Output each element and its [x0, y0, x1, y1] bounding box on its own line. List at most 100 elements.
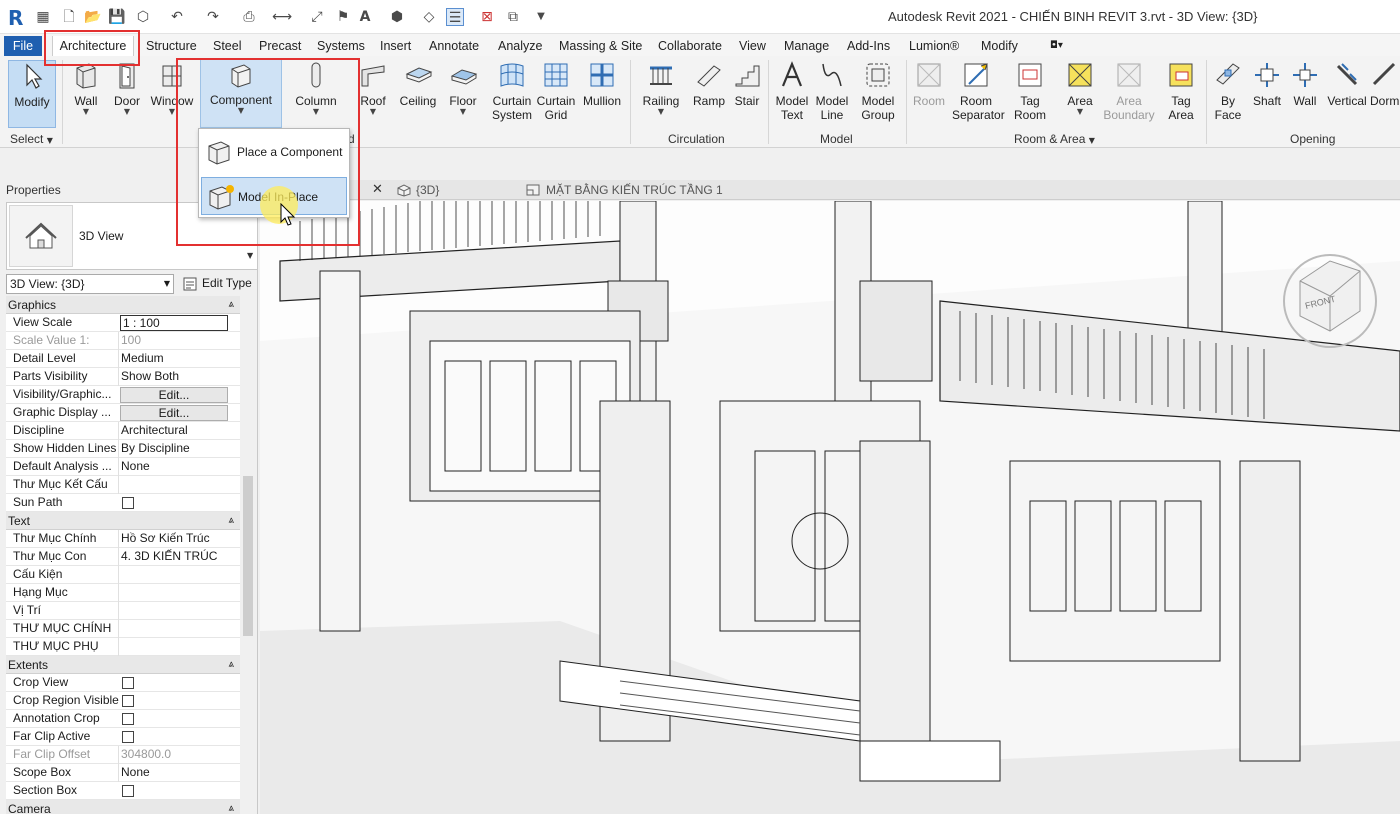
mullion-button[interactable]: Mullion [580, 60, 624, 108]
instance-selector[interactable]: 3D View: {3D} ▼ [6, 274, 174, 294]
room-separator-button[interactable]: Room Separator [952, 60, 1005, 122]
view-scale-input[interactable]: 1 : 100 [120, 315, 228, 331]
dormer-opening-button[interactable]: Dorm [1370, 60, 1400, 108]
roof-button[interactable]: Roof ▼ [358, 60, 388, 116]
tab-analyze[interactable]: Analyze [498, 36, 542, 56]
text-icon[interactable]: A [356, 8, 374, 26]
close-view-tab-icon[interactable]: ✕ [372, 182, 383, 200]
default-analysis-value[interactable]: None [118, 458, 240, 476]
ramp-button[interactable]: Ramp [692, 60, 726, 108]
property-value[interactable] [118, 602, 240, 620]
wall-button[interactable]: Wall ▼ [70, 60, 102, 116]
measure-icon[interactable]: ⟷ [272, 8, 292, 26]
save-icon[interactable]: 💾 [108, 8, 126, 26]
tab-steel[interactable]: Steel [213, 36, 242, 56]
door-dropdown-icon[interactable]: ▼ [110, 108, 144, 116]
curtain-grid-button[interactable]: Curtain Grid [536, 60, 576, 122]
tab-insert[interactable]: Insert [380, 36, 411, 56]
tab-modify[interactable]: Modify [981, 36, 1018, 56]
group-extents[interactable]: Extents ⩓ [6, 656, 240, 674]
floor-dropdown-icon[interactable]: ▼ [446, 108, 480, 116]
area-boundary-button[interactable]: Area Boundary [1102, 60, 1156, 122]
railing-button[interactable]: Railing ▼ [640, 60, 682, 116]
scope-box-value[interactable]: None [118, 764, 240, 782]
tab-collaborate[interactable]: Collaborate [658, 36, 722, 56]
ceiling-button[interactable]: Ceiling [398, 60, 438, 108]
scrollbar-thumb[interactable] [243, 476, 253, 636]
show-hidden-lines-value[interactable]: By Discipline [118, 440, 240, 458]
view-tab-floor-plan[interactable]: MẶT BẰNG KIẾN TRÚC TẦNG 1 [526, 182, 723, 200]
door-button[interactable]: Door ▼ [110, 60, 144, 116]
edit-type-button[interactable]: Edit Type [178, 274, 256, 294]
group-camera[interactable]: Camera ⩓ [6, 800, 240, 814]
vertical-opening-button[interactable]: Vertical [1326, 60, 1368, 108]
tab-precast[interactable]: Precast [259, 36, 301, 56]
area-dropdown-icon[interactable]: ▼ [1060, 108, 1100, 116]
properties-scrollbar[interactable] [240, 296, 256, 814]
area-button[interactable]: Area ▼ [1060, 60, 1100, 116]
collapse-icon[interactable]: ⩓ [228, 296, 234, 314]
recent-files-icon[interactable]: ▦ [34, 8, 52, 26]
redo-icon[interactable]: ↷ [204, 8, 222, 26]
model-text-button[interactable]: Model Text [774, 60, 810, 122]
close-hidden-windows-icon[interactable]: ⊠ [478, 8, 496, 26]
sync-icon[interactable]: ⬡ [134, 8, 152, 26]
tab-file[interactable]: File [4, 36, 42, 56]
stair-button[interactable]: Stair [732, 60, 762, 108]
discipline-value[interactable]: Architectural [118, 422, 240, 440]
by-face-button[interactable]: By Face [1210, 60, 1246, 122]
floor-button[interactable]: Floor ▼ [446, 60, 480, 116]
crop-view-checkbox[interactable] [122, 677, 134, 689]
property-value[interactable]: 4. 3D KIẾN TRÚC [118, 548, 240, 566]
visibility-graphics-edit-button[interactable]: Edit... [120, 387, 228, 403]
tab-view[interactable]: View [739, 36, 766, 56]
tag-icon[interactable]: ⚑ [334, 8, 352, 26]
type-dropdown-icon[interactable]: ▼ [247, 251, 253, 260]
new-file-icon[interactable]: 🗋 [60, 8, 78, 26]
roof-dropdown-icon[interactable]: ▼ [358, 108, 388, 116]
property-value[interactable] [118, 584, 240, 602]
aligned-dimension-icon[interactable]: ⤢ [308, 8, 326, 26]
tab-annotate[interactable]: Annotate [429, 36, 479, 56]
property-value[interactable] [118, 566, 240, 584]
ribbon-minimize-icon[interactable]: ◘▾ [1050, 36, 1063, 56]
model-group-button[interactable]: Model Group [858, 60, 898, 122]
sun-path-checkbox[interactable] [122, 497, 134, 509]
annotation-crop-checkbox[interactable] [122, 713, 134, 725]
modify-button[interactable]: Modify [8, 60, 56, 128]
default-3d-view-icon[interactable]: ⬢ [388, 8, 406, 26]
railing-dropdown-icon[interactable]: ▼ [640, 108, 682, 116]
print-icon[interactable]: ⎙ [240, 8, 258, 26]
detail-level-value[interactable]: Medium [118, 350, 240, 368]
property-value[interactable] [118, 620, 240, 638]
collapse-icon[interactable]: ⩓ [228, 512, 234, 530]
section-icon[interactable]: ◇ [420, 8, 438, 26]
shaft-button[interactable]: Shaft [1250, 60, 1284, 108]
tab-manage[interactable]: Manage [784, 36, 829, 56]
parts-visibility-value[interactable]: Show Both [118, 368, 240, 386]
group-text[interactable]: Text ⩓ [6, 512, 240, 530]
tag-room-button[interactable]: Tag Room [1012, 60, 1048, 122]
property-value[interactable] [118, 476, 240, 494]
room-button[interactable]: Room [912, 60, 946, 108]
tab-structure[interactable]: Structure [146, 36, 197, 56]
revit-logo[interactable]: R [8, 6, 28, 30]
select-panel-label[interactable]: Select ▼ [10, 132, 53, 146]
graphic-display-edit-button[interactable]: Edit... [120, 405, 228, 421]
curtain-system-button[interactable]: Curtain System [490, 60, 534, 122]
customize-qa-icon[interactable]: ▼ [532, 8, 550, 26]
tag-area-button[interactable]: Tag Area [1162, 60, 1200, 122]
property-value[interactable] [118, 638, 240, 656]
collapse-icon[interactable]: ⩓ [228, 656, 234, 674]
switch-windows-icon[interactable]: ⧉ [504, 8, 522, 26]
room-area-panel-label[interactable]: Room & Area ▼ [1014, 132, 1095, 146]
far-clip-active-checkbox[interactable] [122, 731, 134, 743]
wall-dropdown-icon[interactable]: ▼ [70, 108, 102, 116]
3d-viewport[interactable]: FRONT [260, 201, 1400, 814]
open-icon[interactable]: 📂 [84, 8, 102, 26]
model-line-button[interactable]: Model Line [814, 60, 850, 122]
view-tab-3d[interactable]: {3D} [396, 182, 439, 200]
section-box-checkbox[interactable] [122, 785, 134, 797]
property-value[interactable]: Hồ Sơ Kiến Trúc [118, 530, 240, 548]
tab-add-ins[interactable]: Add-Ins [847, 36, 890, 56]
